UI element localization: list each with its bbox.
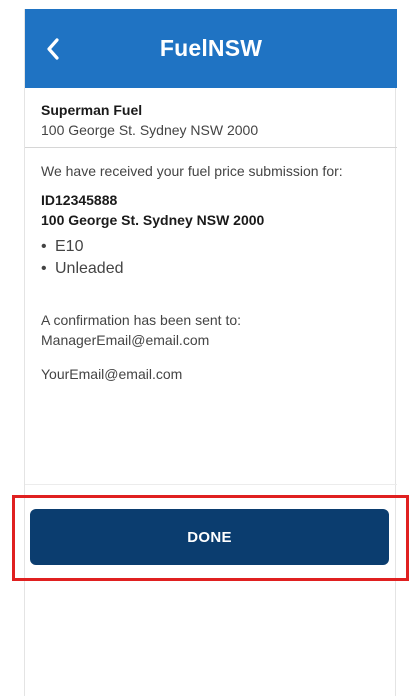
page-title: FuelNSW [159, 35, 263, 61]
fuel-list: E10 Unleaded [41, 236, 379, 280]
confirmation-message: A confirmation has been sent to: [41, 312, 242, 328]
station-name: Superman Fuel [41, 102, 143, 118]
submission-address: 100 George St. Sydney NSW 2000 [41, 212, 265, 228]
fuel-item-e10: E10 [41, 236, 379, 258]
station-address: 100 George St. Sydney NSW 2000 [41, 122, 259, 138]
station-info: Superman Fuel 100 George St. Sydney NSW … [25, 88, 397, 148]
app-screen: FuelNSW Superman Fuel 100 George St. Syd… [24, 9, 397, 696]
back-button[interactable] [33, 27, 73, 71]
submission-details: We have received your fuel price submiss… [25, 148, 397, 485]
submission-message: We have received your fuel price submiss… [41, 163, 343, 179]
manager-email: ManagerEmail@email.com [41, 332, 210, 348]
fuel-item-unleaded: Unleaded [41, 258, 379, 280]
submission-id: ID12345888 [41, 192, 118, 208]
app-header: FuelNSW [25, 9, 397, 88]
your-email: YourEmail@email.com [41, 366, 183, 382]
done-button[interactable]: DONE [30, 509, 389, 565]
chevron-left-icon [47, 38, 59, 60]
